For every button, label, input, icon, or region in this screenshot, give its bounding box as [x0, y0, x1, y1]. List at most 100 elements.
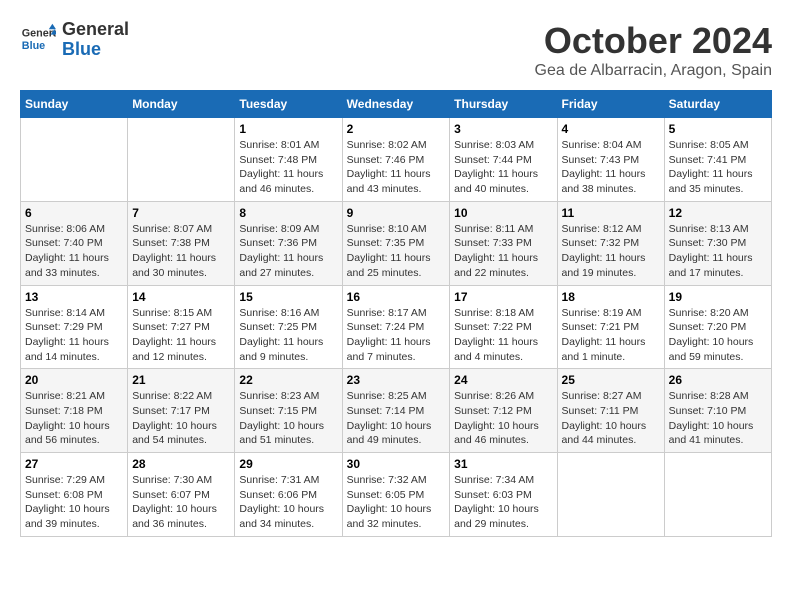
day-number: 13 [25, 290, 123, 304]
day-info: Sunrise: 8:23 AM Sunset: 7:15 PM Dayligh… [239, 389, 337, 448]
day-info: Sunrise: 8:07 AM Sunset: 7:38 PM Dayligh… [132, 222, 230, 281]
day-info: Sunrise: 8:26 AM Sunset: 7:12 PM Dayligh… [454, 389, 552, 448]
svg-text:General: General [22, 27, 56, 39]
day-number: 18 [562, 290, 660, 304]
day-info: Sunrise: 8:20 AM Sunset: 7:20 PM Dayligh… [669, 306, 767, 365]
day-number: 31 [454, 457, 552, 471]
calendar-cell: 15 Sunrise: 8:16 AM Sunset: 7:25 PM Dayli… [235, 285, 342, 369]
day-number: 25 [562, 373, 660, 387]
day-number: 24 [454, 373, 552, 387]
day-info: Sunrise: 8:09 AM Sunset: 7:36 PM Dayligh… [239, 222, 337, 281]
logo-text: General Blue [62, 20, 129, 60]
calendar-cell: 14Sunrise: 8:15 AM Sunset: 7:27 PM Dayli… [128, 285, 235, 369]
calendar-cell: 5Sunrise: 8:05 AM Sunset: 7:41 PM Daylig… [664, 118, 771, 202]
day-info: Sunrise: 8:14 AM Sunset: 7:29 PM Dayligh… [25, 306, 123, 365]
calendar-week-row: 20 Sunrise: 8:21 AM Sunset: 7:18 PM Dayli… [21, 369, 772, 453]
day-info: Sunrise: 8:22 AM Sunset: 7:17 PM Dayligh… [132, 389, 230, 448]
day-number: 8 [239, 206, 337, 220]
day-info: Sunrise: 8:04 AM Sunset: 7:43 PM Dayligh… [562, 138, 660, 197]
calendar-table: SundayMondayTuesdayWednesdayThursdayFrid… [20, 90, 772, 537]
calendar-cell [557, 453, 664, 537]
day-header-thursday: Thursday [450, 91, 557, 118]
day-info: Sunrise: 8:17 AM Sunset: 7:24 PM Dayligh… [347, 306, 446, 365]
day-header-friday: Friday [557, 91, 664, 118]
calendar-cell: 1 Sunrise: 8:01 AM Sunset: 7:48 PM Daylig… [235, 118, 342, 202]
day-info: Sunrise: 8:16 AM Sunset: 7:25 PM Dayligh… [239, 306, 337, 365]
day-info: Sunrise: 8:12 AM Sunset: 7:32 PM Dayligh… [562, 222, 660, 281]
day-number: 30 [347, 457, 446, 471]
day-number: 22 [239, 373, 337, 387]
day-number: 2 [347, 122, 446, 136]
calendar-cell: 20 Sunrise: 8:21 AM Sunset: 7:18 PM Dayli… [21, 369, 128, 453]
calendar-cell: 19 Sunrise: 8:20 AM Sunset: 7:20 PM Dayli… [664, 285, 771, 369]
day-info: Sunrise: 8:02 AM Sunset: 7:46 PM Dayligh… [347, 138, 446, 197]
calendar-cell: 4Sunrise: 8:04 AM Sunset: 7:43 PM Daylig… [557, 118, 664, 202]
day-number: 27 [25, 457, 123, 471]
calendar-cell: 29 Sunrise: 7:31 AM Sunset: 6:06 PM Dayli… [235, 453, 342, 537]
day-info: Sunrise: 7:30 AM Sunset: 6:07 PM Dayligh… [132, 473, 230, 532]
calendar-cell: 6Sunrise: 8:06 AM Sunset: 7:40 PM Daylig… [21, 201, 128, 285]
day-number: 28 [132, 457, 230, 471]
day-number: 15 [239, 290, 337, 304]
calendar-cell: 18 Sunrise: 8:19 AM Sunset: 7:21 PM Dayli… [557, 285, 664, 369]
day-header-tuesday: Tuesday [235, 91, 342, 118]
calendar-cell: 2 Sunrise: 8:02 AM Sunset: 7:46 PM Daylig… [342, 118, 450, 202]
day-info: Sunrise: 7:31 AM Sunset: 6:06 PM Dayligh… [239, 473, 337, 532]
calendar-cell: 24 Sunrise: 8:26 AM Sunset: 7:12 PM Dayli… [450, 369, 557, 453]
calendar-week-row: 6Sunrise: 8:06 AM Sunset: 7:40 PM Daylig… [21, 201, 772, 285]
calendar-header-row: SundayMondayTuesdayWednesdayThursdayFrid… [21, 91, 772, 118]
calendar-cell: 30Sunrise: 7:32 AM Sunset: 6:05 PM Dayli… [342, 453, 450, 537]
logo: General Blue General Blue [20, 20, 129, 60]
calendar-cell: 9 Sunrise: 8:10 AM Sunset: 7:35 PM Daylig… [342, 201, 450, 285]
calendar-week-row: 13 Sunrise: 8:14 AM Sunset: 7:29 PM Dayli… [21, 285, 772, 369]
day-info: Sunrise: 7:34 AM Sunset: 6:03 PM Dayligh… [454, 473, 552, 532]
calendar-week-row: 1 Sunrise: 8:01 AM Sunset: 7:48 PM Daylig… [21, 118, 772, 202]
day-number: 10 [454, 206, 552, 220]
day-number: 20 [25, 373, 123, 387]
day-number: 23 [347, 373, 446, 387]
day-info: Sunrise: 8:10 AM Sunset: 7:35 PM Dayligh… [347, 222, 446, 281]
day-info: Sunrise: 8:21 AM Sunset: 7:18 PM Dayligh… [25, 389, 123, 448]
day-number: 7 [132, 206, 230, 220]
calendar-cell: 8 Sunrise: 8:09 AM Sunset: 7:36 PM Daylig… [235, 201, 342, 285]
day-number: 14 [132, 290, 230, 304]
svg-text:Blue: Blue [22, 40, 45, 52]
page-header: General Blue General Blue October 2024 G… [20, 20, 772, 80]
day-info: Sunrise: 8:01 AM Sunset: 7:48 PM Dayligh… [239, 138, 337, 197]
day-header-wednesday: Wednesday [342, 91, 450, 118]
day-number: 5 [669, 122, 767, 136]
calendar-cell [128, 118, 235, 202]
calendar-cell: 10Sunrise: 8:11 AM Sunset: 7:33 PM Dayli… [450, 201, 557, 285]
day-number: 6 [25, 206, 123, 220]
calendar-cell: 25Sunrise: 8:27 AM Sunset: 7:11 PM Dayli… [557, 369, 664, 453]
day-number: 21 [132, 373, 230, 387]
calendar-cell: 13 Sunrise: 8:14 AM Sunset: 7:29 PM Dayli… [21, 285, 128, 369]
day-header-monday: Monday [128, 91, 235, 118]
calendar-cell: 28 Sunrise: 7:30 AM Sunset: 6:07 PM Dayli… [128, 453, 235, 537]
day-info: Sunrise: 8:03 AM Sunset: 7:44 PM Dayligh… [454, 138, 552, 197]
day-number: 29 [239, 457, 337, 471]
day-info: Sunrise: 8:28 AM Sunset: 7:10 PM Dayligh… [669, 389, 767, 448]
day-number: 12 [669, 206, 767, 220]
month-title: October 2024 [535, 20, 773, 62]
day-number: 16 [347, 290, 446, 304]
calendar-cell: 7 Sunrise: 8:07 AM Sunset: 7:38 PM Daylig… [128, 201, 235, 285]
title-block: October 2024 Gea de Albarracin, Aragon, … [535, 20, 773, 80]
calendar-cell: 17Sunrise: 8:18 AM Sunset: 7:22 PM Dayli… [450, 285, 557, 369]
day-info: Sunrise: 8:19 AM Sunset: 7:21 PM Dayligh… [562, 306, 660, 365]
location: Gea de Albarracin, Aragon, Spain [535, 62, 773, 80]
calendar-cell: 27Sunrise: 7:29 AM Sunset: 6:08 PM Dayli… [21, 453, 128, 537]
day-info: Sunrise: 8:25 AM Sunset: 7:14 PM Dayligh… [347, 389, 446, 448]
logo-icon: General Blue [20, 22, 56, 58]
calendar-cell: 3Sunrise: 8:03 AM Sunset: 7:44 PM Daylig… [450, 118, 557, 202]
calendar-cell: 22 Sunrise: 8:23 AM Sunset: 7:15 PM Dayli… [235, 369, 342, 453]
calendar-cell: 23 Sunrise: 8:25 AM Sunset: 7:14 PM Dayli… [342, 369, 450, 453]
day-number: 19 [669, 290, 767, 304]
day-number: 26 [669, 373, 767, 387]
calendar-cell: 12Sunrise: 8:13 AM Sunset: 7:30 PM Dayli… [664, 201, 771, 285]
calendar-cell [664, 453, 771, 537]
day-number: 9 [347, 206, 446, 220]
calendar-cell: 21 Sunrise: 8:22 AM Sunset: 7:17 PM Dayli… [128, 369, 235, 453]
day-number: 1 [239, 122, 337, 136]
calendar-cell: 31 Sunrise: 7:34 AM Sunset: 6:03 PM Dayli… [450, 453, 557, 537]
